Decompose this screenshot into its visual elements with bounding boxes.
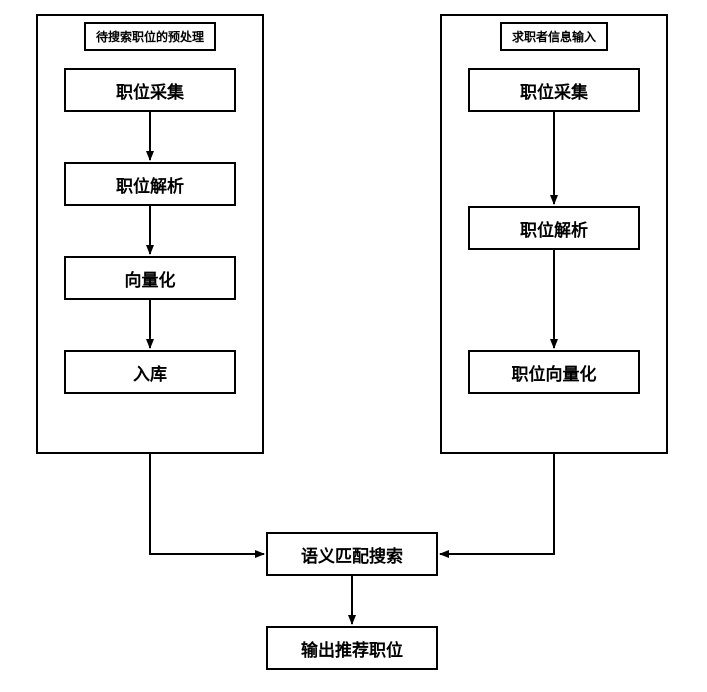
node-l2: 职位解析: [64, 162, 236, 206]
arrow-left-group-to-match: [150, 454, 264, 554]
node-output-recommend: 输出推荐职位: [266, 626, 438, 670]
node-r1: 职位采集: [468, 68, 640, 112]
node-r2: 职位解析: [468, 206, 640, 250]
node-r3: 职位向量化: [468, 350, 640, 394]
node-l1: 职位采集: [64, 68, 236, 112]
node-l3: 向量化: [64, 256, 236, 300]
arrow-right-group-to-match: [440, 454, 554, 554]
node-l4: 入库: [64, 350, 236, 394]
flowchart-canvas: 待搜索职位的预处理 求职者信息输入 职位采集 职位解析 向量化 入库 职位采集 …: [0, 0, 707, 692]
node-semantic-match: 语义匹配搜索: [266, 532, 438, 576]
group-right-title: 求职者信息输入: [500, 22, 608, 51]
group-left-title: 待搜索职位的预处理: [84, 22, 216, 51]
